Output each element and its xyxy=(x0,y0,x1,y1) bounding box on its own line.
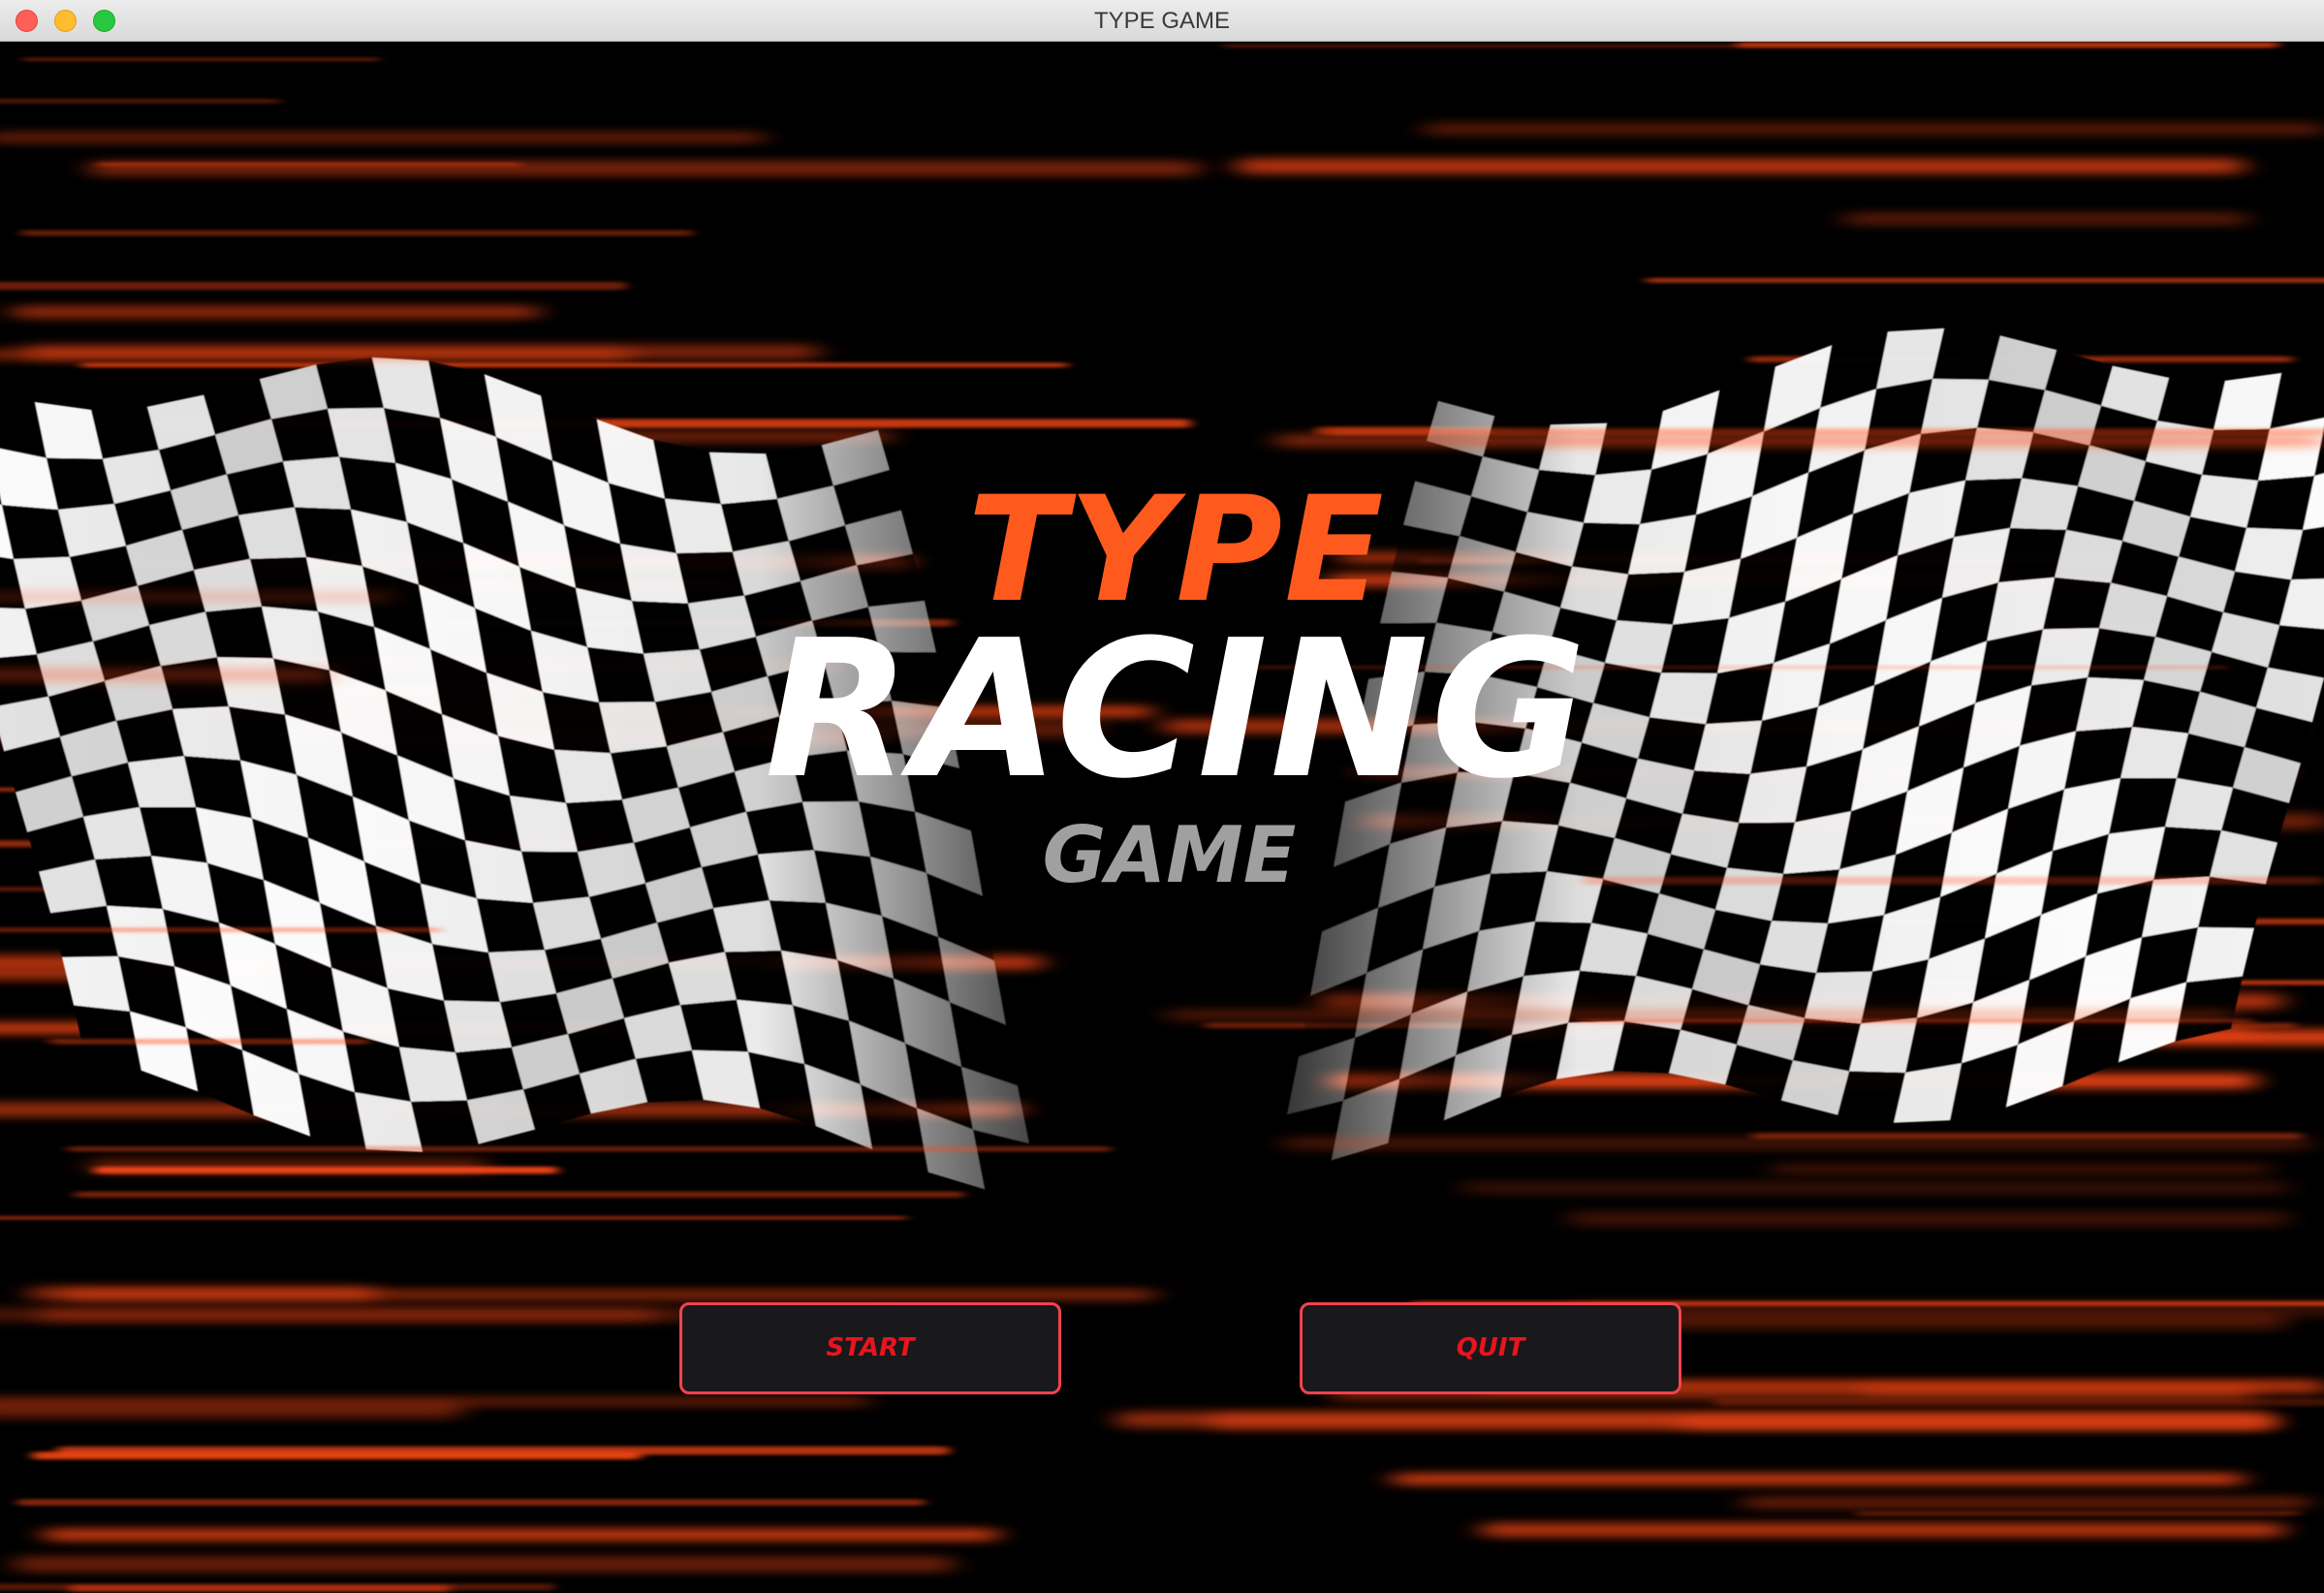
app-window: TYPE GAME TYPE RACING GAME START QUIT xyxy=(0,0,2324,1593)
window-title: TYPE GAME xyxy=(1093,8,1231,34)
game-screen: TYPE RACING GAME START QUIT xyxy=(0,42,2324,1593)
game-logo: TYPE RACING GAME xyxy=(0,42,2324,1593)
quit-button-label: QUIT xyxy=(1456,1333,1525,1362)
start-button[interactable]: START xyxy=(679,1302,1061,1394)
quit-button[interactable]: QUIT xyxy=(1300,1302,1681,1394)
start-button-label: START xyxy=(826,1333,915,1362)
title-bar[interactable]: TYPE GAME xyxy=(0,0,2324,42)
logo-game-text: GAME xyxy=(1042,810,1297,900)
logo-racing-text: RACING xyxy=(764,600,1589,821)
